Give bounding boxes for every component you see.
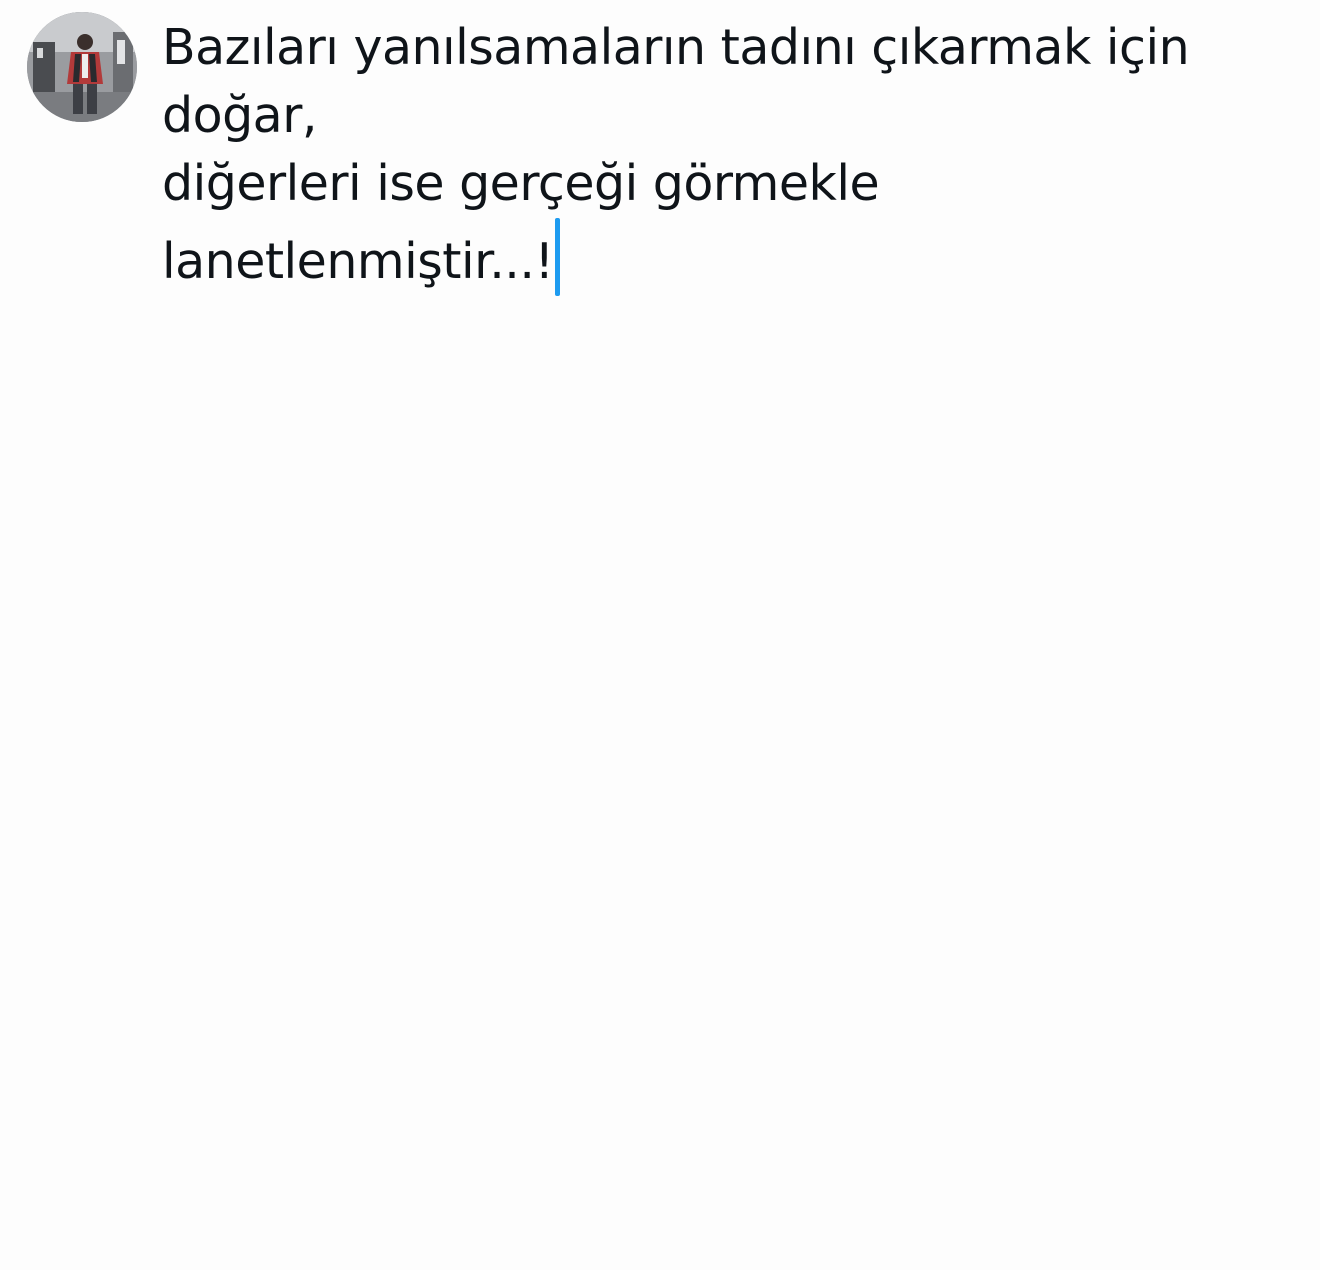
compose-area: Bazıları yanılsamaların tadını çıkarmak …: [0, 0, 1320, 1270]
text-line-last: lanetlenmiştir...!: [162, 218, 1282, 296]
avatar[interactable]: [27, 12, 137, 122]
text-line: lanetlenmiştir...!: [162, 233, 554, 290]
avatar-photo-icon: [27, 12, 137, 122]
text-caret: [554, 218, 560, 296]
tweet-text-input[interactable]: Bazıları yanılsamaların tadını çıkarmak …: [162, 14, 1282, 296]
text-line: doğar,: [162, 87, 317, 144]
text-line: diğerleri ise gerçeği görmekle: [162, 155, 880, 212]
text-line: Bazıları yanılsamaların tadını çıkarmak …: [162, 19, 1190, 76]
